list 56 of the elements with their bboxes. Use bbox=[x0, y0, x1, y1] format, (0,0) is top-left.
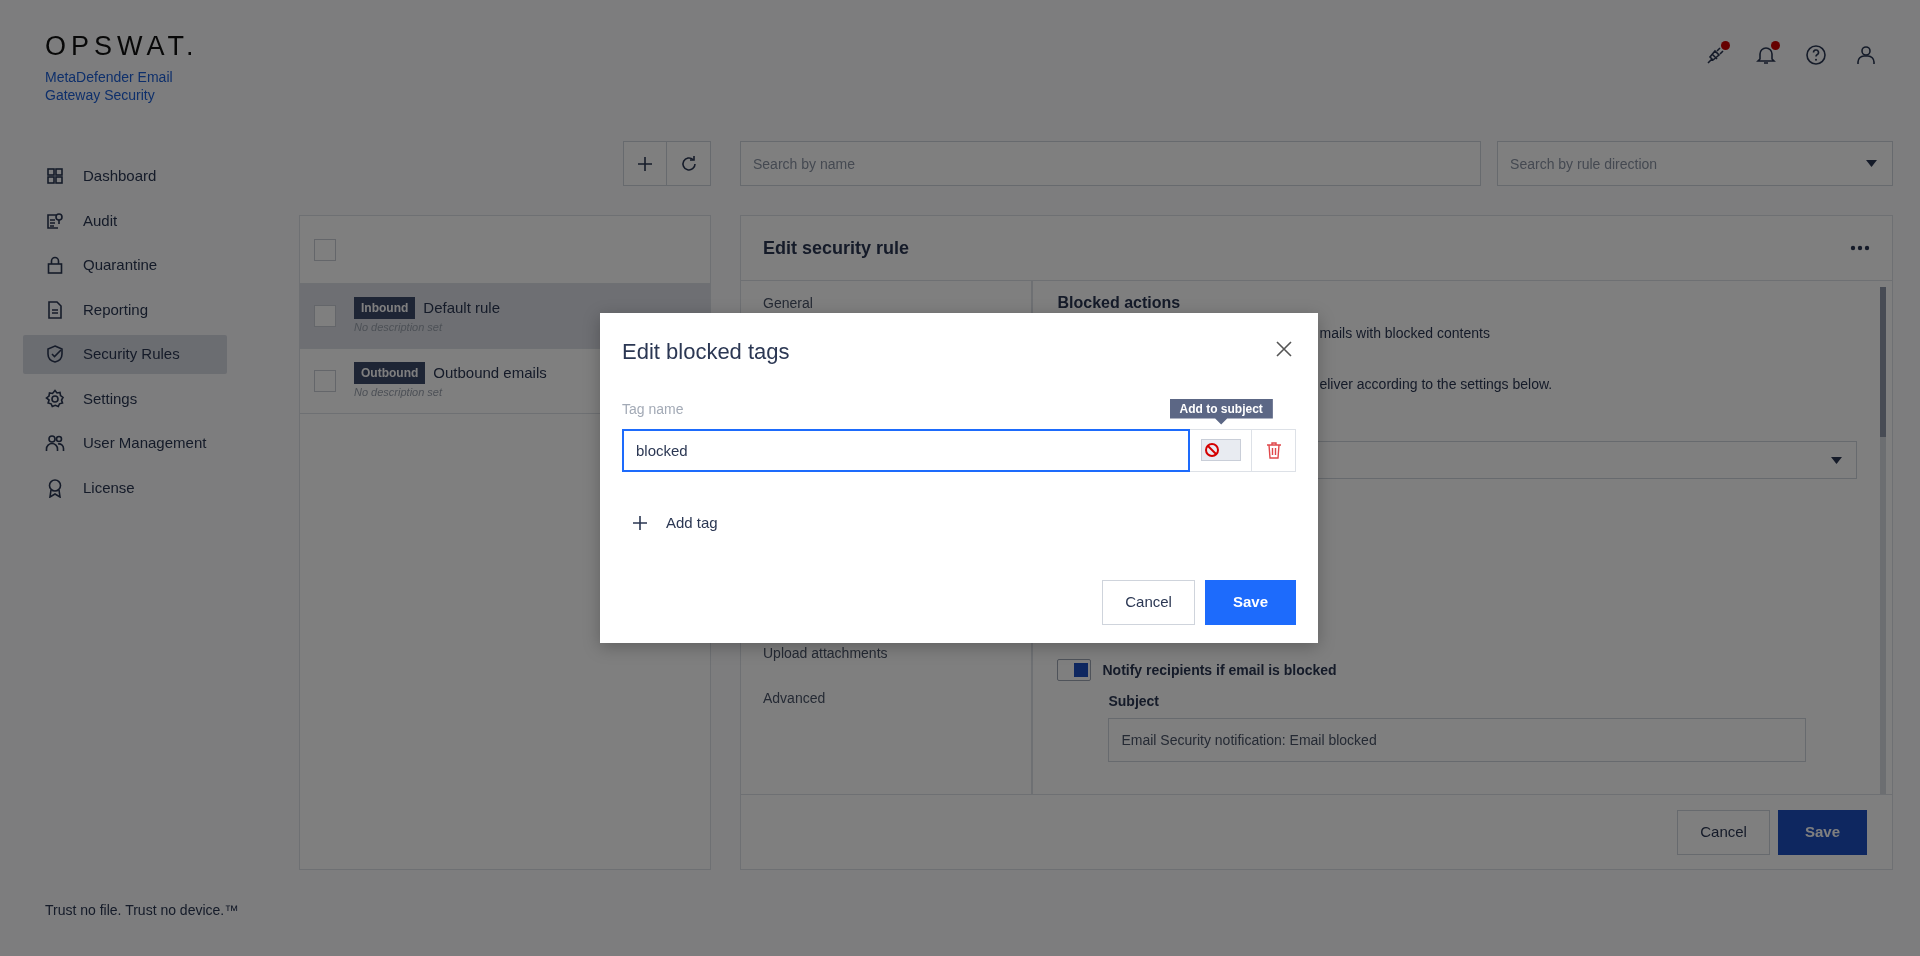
sidebar-item[interactable]: Audit bbox=[23, 201, 227, 240]
notify-toggle[interactable] bbox=[1057, 659, 1092, 681]
save-button[interactable]: Save bbox=[1777, 809, 1867, 855]
sidebar-item[interactable]: License bbox=[23, 468, 227, 507]
trash-icon bbox=[1265, 441, 1282, 459]
sidebar-item[interactable]: Quarantine bbox=[23, 246, 227, 285]
direction-select[interactable]: Search by rule direction bbox=[1497, 141, 1893, 186]
rule-name: Outbound emails bbox=[433, 362, 547, 383]
grid-icon bbox=[45, 166, 65, 187]
direction-tag: Outbound bbox=[354, 361, 426, 384]
ban-icon bbox=[1203, 442, 1220, 458]
direction-tag: Inbound bbox=[354, 296, 416, 319]
select-all-checkbox[interactable] bbox=[314, 238, 336, 261]
sidebar-item[interactable]: User Management bbox=[23, 424, 227, 463]
document-icon bbox=[45, 299, 65, 320]
add-button[interactable] bbox=[623, 141, 667, 186]
cancel-button[interactable]: Cancel bbox=[1677, 809, 1770, 855]
caret-icon bbox=[1831, 456, 1843, 464]
tooltip: Add to subject bbox=[1169, 398, 1273, 425]
toggle-label: Notify recipients if email is blocked bbox=[1102, 660, 1337, 680]
search-field[interactable]: Search by name bbox=[740, 141, 1482, 186]
lock-icon bbox=[45, 255, 65, 276]
add-to-subject-toggle[interactable] bbox=[1200, 439, 1241, 461]
section-tab[interactable]: Advanced bbox=[741, 676, 1032, 721]
users-icon bbox=[45, 433, 65, 454]
sidebar-item[interactable]: Security Rules bbox=[23, 335, 227, 374]
refresh-button[interactable] bbox=[667, 141, 711, 186]
settings-icon bbox=[45, 388, 65, 409]
close-icon[interactable] bbox=[1276, 341, 1292, 357]
checkbox[interactable] bbox=[314, 370, 336, 392]
section-heading: Blocked actions bbox=[1057, 293, 1182, 313]
option-text: mails with blocked contents bbox=[1318, 324, 1491, 343]
shield-check-icon bbox=[45, 344, 65, 365]
sidebar-item[interactable]: Settings bbox=[23, 379, 227, 418]
checkbox[interactable] bbox=[314, 305, 336, 327]
product-name: MetaDefender Email Gateway Security bbox=[45, 68, 174, 105]
tag-field[interactable]: blocked bbox=[622, 428, 1190, 472]
option-text: eliver according to the settings below. bbox=[1318, 375, 1554, 394]
scrollbar[interactable] bbox=[1880, 287, 1886, 794]
help-icon[interactable] bbox=[1804, 43, 1828, 68]
plus-icon bbox=[632, 514, 648, 531]
subject-field[interactable]: Email Security notification: Email blocked bbox=[1108, 718, 1807, 762]
audit-icon bbox=[45, 210, 65, 231]
add-tag-button[interactable]: Add tag bbox=[632, 511, 718, 534]
slogan: Trust no file. Trust no device.™ bbox=[44, 901, 240, 920]
sidebar-item[interactable]: Dashboard bbox=[23, 157, 227, 196]
more-icon[interactable] bbox=[1850, 245, 1870, 251]
delete-button[interactable] bbox=[1252, 428, 1296, 472]
caret-icon bbox=[1866, 160, 1877, 167]
field-label: Subject bbox=[1108, 692, 1161, 711]
save-button[interactable]: Save bbox=[1204, 580, 1296, 625]
rule-name: Default rule bbox=[423, 297, 501, 318]
panel-title: Edit security rule bbox=[763, 236, 910, 260]
logo: OPSWAT. bbox=[45, 33, 200, 60]
cancel-button[interactable]: Cancel bbox=[1102, 580, 1195, 625]
sidebar-item[interactable]: Reporting bbox=[23, 290, 227, 329]
